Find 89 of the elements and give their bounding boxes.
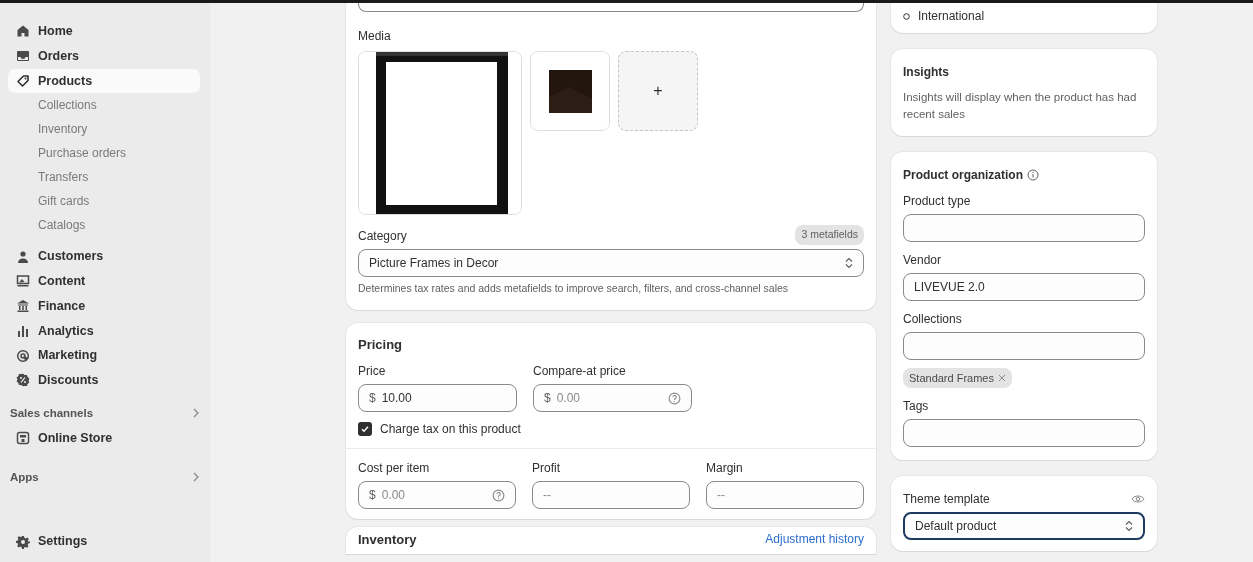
field-label: Collections xyxy=(903,310,963,328)
market-name: International xyxy=(918,8,985,25)
field-label: Product type xyxy=(903,192,972,210)
nav-item[interactable]: Online Store xyxy=(8,426,200,451)
field-label: Theme template xyxy=(903,491,990,508)
input-value: -- xyxy=(543,486,679,504)
field-label: Cost per item xyxy=(358,460,431,477)
info-icon[interactable] xyxy=(1027,168,1039,181)
settings-icon xyxy=(16,534,30,549)
field-label: Compare-at price xyxy=(533,363,627,380)
category-select[interactable]: Picture Frames in Decor xyxy=(358,248,864,277)
input-field[interactable]: LIVEVUE 2.0 xyxy=(903,272,1145,301)
section-header[interactable]: Sales channels xyxy=(8,400,200,426)
input-field[interactable]: $ 0.00 xyxy=(533,384,692,412)
home-icon xyxy=(16,24,30,39)
currency-prefix: $ xyxy=(369,487,376,504)
select-arrows-icon xyxy=(845,256,853,269)
remove-icon[interactable] xyxy=(998,373,1006,382)
nav-item[interactable]: Discounts xyxy=(8,368,200,393)
metafields-count: 3 metafields xyxy=(795,225,864,245)
field-label: Price xyxy=(358,363,387,380)
store-icon xyxy=(16,431,30,446)
section-label: Media xyxy=(358,28,392,45)
person-icon xyxy=(16,249,30,264)
currency-prefix: $ xyxy=(544,390,551,407)
help-icon xyxy=(492,488,505,502)
card-title: Inventory xyxy=(358,531,417,549)
section-title: Apps xyxy=(10,469,39,485)
collection-tag: Standard Frames xyxy=(903,367,1012,388)
input-field[interactable] xyxy=(903,213,1145,242)
adjustment-history-link[interactable]: Adjustment history xyxy=(765,530,864,550)
bar-chart-icon xyxy=(16,323,30,338)
discount-icon xyxy=(16,373,30,388)
input-field[interactable]: -- xyxy=(532,481,690,509)
bank-icon xyxy=(16,299,30,314)
section-title: Sales channels xyxy=(10,405,94,421)
nav-subitem[interactable]: Gift cards xyxy=(8,189,98,214)
nav-subitem[interactable]: Inventory xyxy=(8,117,96,142)
input-value: LIVEVUE 2.0 xyxy=(914,277,1134,296)
nav-item[interactable]: Home xyxy=(8,19,200,44)
eye-icon[interactable] xyxy=(1131,494,1145,504)
add-media-button[interactable]: + xyxy=(618,51,698,131)
nav-subitem[interactable]: Collections xyxy=(8,93,105,118)
chevron-right-icon xyxy=(192,472,200,483)
field-label: Profit xyxy=(532,460,561,477)
field-label: Margin xyxy=(706,460,744,477)
currency-prefix: $ xyxy=(369,390,376,407)
input-field[interactable] xyxy=(358,3,864,12)
input-value: -- xyxy=(717,486,853,504)
theme-select[interactable]: Default product xyxy=(903,512,1145,540)
nav-subitem[interactable]: Catalogs xyxy=(8,213,94,238)
help-text: Determines tax rates and adds metafields to improve search, filters, and cross-channel sales xyxy=(358,280,790,296)
input-value: 0.00 xyxy=(381,486,486,504)
input-value: 0.00 xyxy=(556,389,662,407)
field-label: Tags xyxy=(903,398,930,415)
card-title: Pricing xyxy=(358,335,404,354)
input-field[interactable] xyxy=(903,419,1145,447)
field-label: Category xyxy=(358,227,407,245)
section-header[interactable]: Apps xyxy=(8,464,200,490)
checkbox-label: Charge tax on this product xyxy=(380,421,521,438)
bullet-icon xyxy=(903,12,910,20)
nav-item[interactable]: Content xyxy=(8,269,200,294)
chevron-right-icon xyxy=(192,408,200,419)
nav-item[interactable]: Marketing xyxy=(8,343,200,368)
card-title: Product organization xyxy=(903,166,1023,184)
input-field[interactable]: $ 10.00 xyxy=(358,384,517,412)
input-field[interactable] xyxy=(903,331,1145,360)
help-icon xyxy=(668,391,681,405)
select-arrows-icon xyxy=(1125,520,1133,532)
input-field[interactable]: -- xyxy=(706,481,864,509)
target-icon xyxy=(16,348,30,363)
check-icon xyxy=(360,424,370,434)
nav-item[interactable]: Analytics xyxy=(8,318,200,344)
field-label: Vendor xyxy=(903,251,943,269)
checkbox[interactable] xyxy=(358,422,372,436)
nav-item[interactable]: Orders xyxy=(8,43,200,69)
nav-item[interactable]: Customers xyxy=(8,244,200,269)
nav-subitem[interactable]: Purchase orders xyxy=(8,141,135,166)
card-title: Insights xyxy=(903,64,950,81)
nav-item[interactable]: Products xyxy=(8,68,200,94)
nav-subitem[interactable]: Transfers xyxy=(8,165,97,190)
nav-item[interactable]: Settings xyxy=(8,529,200,554)
input-field[interactable]: $ 0.00 xyxy=(358,481,516,509)
tag-icon xyxy=(16,73,30,88)
inbox-icon xyxy=(16,49,30,64)
image-icon xyxy=(16,274,30,289)
insights-text: Insights will display when the product has had recent sales xyxy=(903,90,1138,123)
nav-item[interactable]: Finance xyxy=(8,293,200,319)
input-value: 10.00 xyxy=(381,389,506,407)
